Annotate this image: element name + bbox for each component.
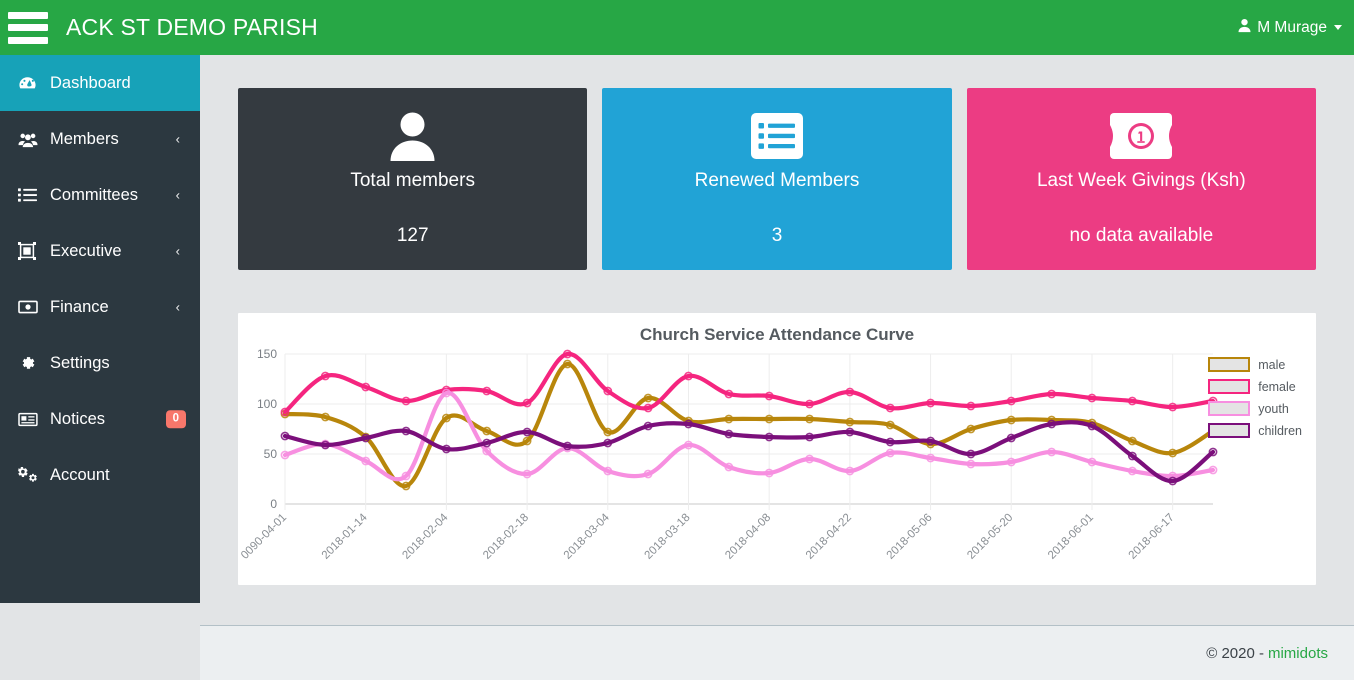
legend-swatch xyxy=(1208,379,1251,394)
stat-card-title: Renewed Members xyxy=(694,170,860,191)
user-icon xyxy=(386,110,439,162)
legend-item[interactable]: children xyxy=(1208,423,1302,438)
stat-card-title: Total members xyxy=(350,170,475,191)
legend-item[interactable]: youth xyxy=(1208,401,1302,416)
sidebar-item-label: Account xyxy=(50,465,110,484)
sidebar-item-label: Executive xyxy=(50,241,122,260)
x-axis-tick-label: 2018-03-18 xyxy=(643,512,693,562)
sidebar-item-finance[interactable]: Finance ‹ xyxy=(0,279,200,335)
stat-card-value: 127 xyxy=(396,225,429,246)
sidebar-item-settings[interactable]: Settings xyxy=(0,335,200,391)
x-axis-tick-label: 2018-05-20 xyxy=(965,512,1015,562)
chart-series-line xyxy=(282,361,1216,489)
x-axis-tick-label: 2018-06-17 xyxy=(1127,512,1177,562)
legend-swatch xyxy=(1208,357,1251,372)
money-icon xyxy=(18,300,44,314)
users-icon xyxy=(18,131,44,148)
x-axis-tick-label: 2018-01-14 xyxy=(320,511,371,562)
stat-card-total-members: Total members 127 xyxy=(238,88,588,270)
gears-icon xyxy=(18,466,44,484)
sidebar-item-notices[interactable]: Notices 0 xyxy=(0,391,200,447)
x-axis-tick-label: 2018-05-06 xyxy=(885,512,935,562)
legend-swatch xyxy=(1208,423,1251,438)
sidebar-item-label: Committees xyxy=(50,185,139,204)
chart-plot-area: 0 50 100 150 0090-04-01 2018-01-14 2018-02-04 2… xyxy=(238,313,1316,585)
sidebar-item-label: Dashboard xyxy=(50,73,131,92)
x-axis-tick-label: 2018-04-22 xyxy=(804,512,854,562)
legend-swatch xyxy=(1208,401,1251,416)
sidebar-item-executive[interactable]: Executive ‹ xyxy=(0,223,200,279)
x-axis-tick-label: 2018-02-18 xyxy=(481,512,531,562)
footer-copyright: © 2020 - xyxy=(1206,644,1264,662)
chart-svg[interactable]: 0 50 100 150 0090-04-01 2018-01-14 2018-02-04 2… xyxy=(238,313,1316,585)
y-axis-tick-label: 150 xyxy=(257,347,277,361)
stat-card-last-week-givings: Last Week Givings (Ksh) no data availabl… xyxy=(966,88,1316,270)
sidebar-item-committees[interactable]: Committees ‹ xyxy=(0,167,200,223)
sidebar-item-account[interactable]: Account xyxy=(0,447,200,503)
y-axis-tick-label: 50 xyxy=(264,447,278,461)
hamburger-icon[interactable] xyxy=(8,11,48,44)
sidebar-item-members[interactable]: Members ‹ xyxy=(0,111,200,167)
app-brand-title: ACK ST DEMO PARISH xyxy=(66,14,318,40)
sidebar-item-label: Members xyxy=(50,129,119,148)
chevron-down-icon xyxy=(1334,25,1342,30)
footer-brand-link[interactable]: mimidots xyxy=(1268,645,1328,662)
stat-card-title: Last Week Givings (Ksh) xyxy=(1036,170,1246,191)
legend-label: female xyxy=(1258,379,1296,394)
y-axis-tick-label: 100 xyxy=(257,397,277,411)
footer: © 2020 - mimidots xyxy=(200,625,1354,680)
x-axis-tick-label: 0090-04-01 xyxy=(239,512,289,562)
sidebar-item-label: Notices xyxy=(50,409,106,428)
x-axis-tick-label: 2018-03-04 xyxy=(562,511,613,562)
list-icon xyxy=(18,187,44,203)
y-axis-tick-label: 0 xyxy=(270,497,277,511)
chart-legend: male female youth children xyxy=(1208,357,1302,438)
attendance-chart-panel: Church Service Attendance Curve 0 50 100 15… xyxy=(238,313,1316,585)
x-axis-tick-label: 2018-06-01 xyxy=(1046,512,1096,562)
legend-label: children xyxy=(1258,423,1302,438)
stat-card-value: no data available xyxy=(1069,225,1214,246)
legend-label: male xyxy=(1258,357,1286,372)
chart-series-line xyxy=(282,351,1216,415)
notices-badge: 0 xyxy=(165,410,186,428)
top-navbar: ACK ST DEMO PARISH M Murage xyxy=(0,0,1354,55)
list-card-icon xyxy=(750,110,803,162)
stat-cards-row: Total members 127 Renewed Members 3 Last… xyxy=(200,55,1354,270)
chevron-left-icon: ‹ xyxy=(175,187,180,203)
stat-card-value: 3 xyxy=(771,225,783,246)
user-menu[interactable]: M Murage xyxy=(1237,18,1342,38)
frame-icon xyxy=(18,242,44,260)
legend-item[interactable]: male xyxy=(1208,357,1302,372)
main-content: Total members 127 Renewed Members 3 Last… xyxy=(200,55,1354,625)
sidebar-item-label: Settings xyxy=(50,353,110,372)
money-bill-icon xyxy=(1110,110,1173,162)
app-root: ACK ST DEMO PARISH M Murage Dashboard Me… xyxy=(0,0,1354,680)
chevron-left-icon: ‹ xyxy=(175,131,180,147)
sidebar-item-dashboard[interactable]: Dashboard xyxy=(0,55,200,111)
sidebar: Dashboard Members ‹ Committees ‹ Executi… xyxy=(0,55,200,603)
chevron-left-icon: ‹ xyxy=(175,299,180,315)
newspaper-icon xyxy=(18,412,44,427)
legend-item[interactable]: female xyxy=(1208,379,1302,394)
gear-icon xyxy=(18,354,44,372)
x-axis-tick-label: 2018-04-08 xyxy=(723,512,773,562)
user-name-label: M Murage xyxy=(1257,18,1327,36)
legend-label: youth xyxy=(1258,401,1289,416)
x-axis-tick-label: 2018-02-04 xyxy=(400,511,451,562)
user-icon xyxy=(1237,18,1252,38)
dashboard-icon xyxy=(18,74,44,93)
chevron-left-icon: ‹ xyxy=(175,243,180,259)
sidebar-item-label: Finance xyxy=(50,297,109,316)
stat-card-renewed-members: Renewed Members 3 xyxy=(602,88,952,270)
